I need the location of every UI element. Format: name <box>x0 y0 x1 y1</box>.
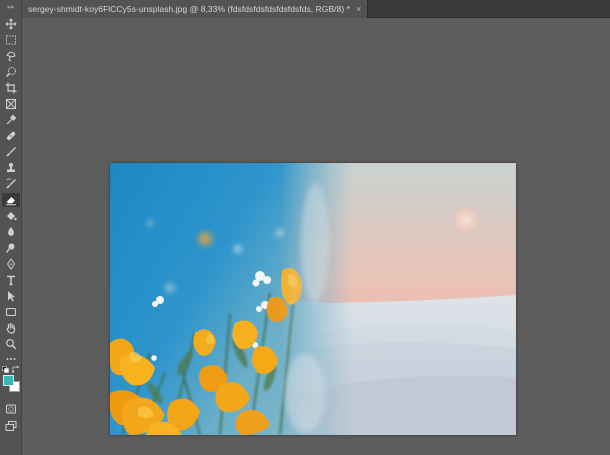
brush-tool[interactable] <box>2 145 20 159</box>
rectangular-marquee-tool[interactable] <box>2 33 20 47</box>
document-tab-bar: sergey-shmidt-koy6FlCCy5s-unsplash.jpg @… <box>0 0 610 18</box>
toolbar-grip-icon[interactable]: ▸▸ <box>3 3 19 13</box>
crop-tool[interactable] <box>2 81 20 95</box>
document-tab-title: sergey-shmidt-koy6FlCCy5s-unsplash.jpg @… <box>28 4 351 14</box>
edit-toolbar[interactable] <box>2 352 20 366</box>
type-tool[interactable] <box>2 273 20 287</box>
path-selection-tool[interactable] <box>2 289 20 303</box>
hand-tool[interactable] <box>2 321 20 335</box>
stamp-icon <box>7 163 15 172</box>
healing-brush-tool[interactable] <box>2 129 20 143</box>
eraser-icon <box>6 197 16 206</box>
eyedropper-icon <box>6 114 17 125</box>
arrow-icon <box>8 291 15 302</box>
swap-colors-icon[interactable] <box>12 366 20 373</box>
color-swatches <box>1 366 21 396</box>
paint-bucket-tool[interactable] <box>2 209 20 223</box>
history-brush-tool[interactable] <box>2 177 20 191</box>
frame-icon <box>6 99 16 109</box>
tools-panel: ▸▸ <box>0 0 22 455</box>
bandage-icon <box>6 131 16 141</box>
foreground-color-swatch[interactable] <box>3 375 14 386</box>
dodge-icon <box>5 243 15 253</box>
clone-stamp-tool[interactable] <box>2 161 20 175</box>
lasso-tool[interactable] <box>2 49 20 63</box>
zoom-tool[interactable] <box>2 337 20 351</box>
blur-tool[interactable] <box>2 225 20 239</box>
marquee-icon <box>6 35 16 45</box>
quick-mask-icon <box>6 404 16 414</box>
rectangle-icon <box>5 307 17 317</box>
eraser-tool[interactable] <box>2 193 20 207</box>
lasso-icon <box>6 51 16 62</box>
drop-icon <box>8 227 14 236</box>
hand-icon <box>6 322 16 334</box>
paint-bucket-icon <box>7 212 17 221</box>
type-icon <box>7 275 15 286</box>
default-colors-icon[interactable] <box>2 366 9 373</box>
screen-mode[interactable] <box>2 419 20 433</box>
dodge-tool[interactable] <box>2 241 20 255</box>
screen-mode-icon <box>5 421 17 431</box>
eyedropper-tool[interactable] <box>2 113 20 127</box>
pen-tool[interactable] <box>2 257 20 271</box>
document-canvas[interactable] <box>110 163 516 435</box>
document-image <box>110 163 516 435</box>
pen-icon <box>6 258 16 270</box>
zoom-icon <box>6 339 17 350</box>
quick-selection-tool[interactable] <box>2 65 20 79</box>
quick-selection-icon <box>5 67 16 78</box>
history-brush-icon <box>6 178 16 189</box>
quick-mask-mode[interactable] <box>2 402 20 416</box>
crop-icon <box>5 82 17 94</box>
photoshop-window: sergey-shmidt-koy6FlCCy5s-unsplash.jpg @… <box>0 0 610 455</box>
brush-icon <box>6 147 16 157</box>
document-tab[interactable]: sergey-shmidt-koy6FlCCy5s-unsplash.jpg @… <box>22 0 369 18</box>
frame-tool[interactable] <box>2 97 20 111</box>
more-icon <box>6 358 16 360</box>
rectangle-tool[interactable] <box>2 305 20 319</box>
close-icon[interactable]: × <box>356 4 361 14</box>
move-tool[interactable] <box>2 17 20 31</box>
move-icon <box>5 18 17 30</box>
